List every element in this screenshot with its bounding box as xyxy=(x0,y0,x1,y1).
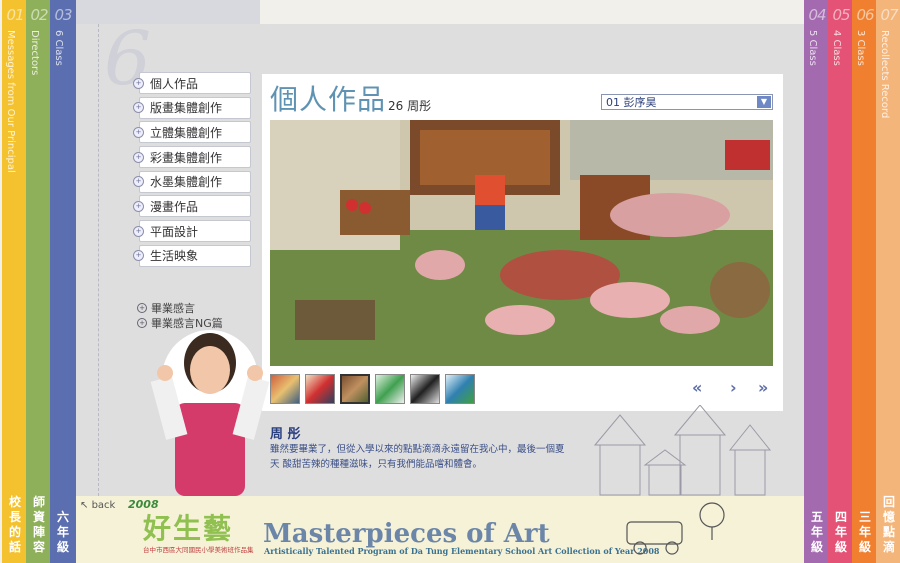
thumbnail[interactable] xyxy=(375,374,405,404)
submenu-item[interactable]: + 畢業感言 xyxy=(137,300,223,315)
thumbnail[interactable] xyxy=(340,374,370,404)
student-count: 26 周彤 xyxy=(388,99,432,113)
tab-chinese-label: 師資陣容 xyxy=(32,495,45,554)
tab-number: 06 xyxy=(856,6,874,24)
logo-subtitle: 台中市西區大同國民小學美術班作品集 xyxy=(143,546,254,554)
artwork-description: 雖然要畢業了，但從入學以來的點點滴滴永遠留在我心中，最後一個夏天 酸甜苦辣的種種… xyxy=(270,444,565,470)
menu-item[interactable]: + 漫畫作品 xyxy=(133,195,251,218)
menu-item[interactable]: + 生活映象 xyxy=(133,244,251,267)
plus-icon: + xyxy=(133,200,144,212)
plus-icon: + xyxy=(137,302,147,313)
divider xyxy=(98,24,99,496)
plus-icon: + xyxy=(133,102,144,114)
student-photo xyxy=(150,330,270,496)
menu-item-label: 漫畫作品 xyxy=(150,199,199,214)
tab-number: 02 xyxy=(30,6,48,24)
plus-icon: + xyxy=(133,151,144,163)
tab-number: 01 xyxy=(6,6,24,24)
tab-04[interactable]: 04 5 Class 五年級 xyxy=(804,0,830,563)
submenu-label: 畢業感言 xyxy=(151,301,195,315)
plus-icon: + xyxy=(133,77,144,89)
thumbnail[interactable] xyxy=(270,374,300,404)
tab-english-label: 4 Class xyxy=(831,30,842,66)
tab-chinese-label: 四年級 xyxy=(834,510,847,554)
menu-item[interactable]: + 彩畫集體創作 xyxy=(133,146,251,169)
menu-item[interactable]: + 水墨集體創作 xyxy=(133,170,251,193)
footer-subtitle: Artistically Talented Program of Da Tung… xyxy=(264,546,660,556)
thumbnail-strip xyxy=(270,374,480,404)
first-button[interactable]: « xyxy=(692,378,702,397)
plus-icon: + xyxy=(133,126,144,138)
tab-number: 04 xyxy=(808,6,826,24)
car-doodle xyxy=(626,502,725,555)
thumbnail[interactable] xyxy=(410,374,440,404)
tab-02[interactable]: 02 Directors 師資陣容 xyxy=(26,0,52,563)
back-button[interactable]: ↖ back xyxy=(80,500,115,511)
plus-icon: + xyxy=(133,250,144,262)
menu-item-label: 水墨集體創作 xyxy=(150,175,223,190)
tab-number: 07 xyxy=(880,6,898,24)
menu-item-label: 彩畫集體創作 xyxy=(150,150,223,165)
tab-chinese-label: 六年級 xyxy=(56,510,69,554)
tab-english-label: 3 Class xyxy=(855,30,866,66)
tab-chinese-label: 校長的話 xyxy=(8,495,21,554)
menu-item[interactable]: + 個人作品 xyxy=(133,72,251,94)
menu-item[interactable]: + 平面設計 xyxy=(133,220,251,243)
menu-item[interactable]: + 立體集體創作 xyxy=(133,121,251,144)
tab-english-label: 5 Class xyxy=(807,30,818,66)
plus-icon: + xyxy=(133,225,144,237)
logo: 好生藝 xyxy=(143,512,234,545)
back-label: back xyxy=(91,500,116,511)
tab-03[interactable]: 03 6 Class 六年級 xyxy=(50,0,76,563)
tab-06[interactable]: 06 3 Class 三年級 xyxy=(852,0,878,563)
menu-item-label: 生活映象 xyxy=(150,249,199,264)
menu-item[interactable]: + 版畫集體創作 xyxy=(133,96,251,119)
student-select[interactable]: 01 彭序昊 ▼ xyxy=(601,94,773,110)
tab-07[interactable]: 07 Recollects Record 回憶點滴 xyxy=(876,0,900,563)
menu-item-label: 立體集體創作 xyxy=(150,125,223,140)
thumbnail[interactable] xyxy=(445,374,475,404)
tab-chinese-label: 三年級 xyxy=(858,510,871,554)
artist-name: 周 彤 xyxy=(270,427,301,442)
plus-icon: + xyxy=(137,317,147,328)
student-select-value: 01 彭序昊 xyxy=(606,96,657,109)
artwork-image xyxy=(270,120,773,366)
footer-title: Masterpieces of Art xyxy=(263,519,550,549)
thumbnail[interactable] xyxy=(305,374,335,404)
menu-item-label: 平面設計 xyxy=(150,224,199,239)
tab-chinese-label: 五年級 xyxy=(810,510,823,554)
tab-english-label: Directors xyxy=(29,30,40,76)
tab-05[interactable]: 05 4 Class 四年級 xyxy=(828,0,854,563)
plus-icon: + xyxy=(133,176,144,188)
category-menu: + 個人作品 + 版畫集體創作 + 立體集體創作 + 彩畫集體創作 + 水墨集體創作 + 漫畫作品 + 平… xyxy=(133,72,251,270)
tab-number: 05 xyxy=(832,6,850,24)
tab-01[interactable]: 01 Messages from Our Principal 校長的話 xyxy=(2,0,28,563)
tab-english-label: Messages from Our Principal xyxy=(5,30,16,173)
tab-chinese-label: 回憶點滴 xyxy=(882,495,895,554)
menu-item-label: 版畫集體創作 xyxy=(150,101,223,116)
tab-english-label: Recollects Record xyxy=(879,30,890,119)
section-title: 個人作品 xyxy=(270,83,387,116)
next-button[interactable]: › xyxy=(730,378,737,397)
last-button[interactable]: » xyxy=(758,378,768,397)
tab-number: 03 xyxy=(54,6,72,24)
castle-sketch xyxy=(593,405,772,496)
chevron-down-icon[interactable]: ▼ xyxy=(757,96,771,108)
menu-item-label: 個人作品 xyxy=(150,76,199,91)
tab-english-label: 6 Class xyxy=(53,30,64,66)
